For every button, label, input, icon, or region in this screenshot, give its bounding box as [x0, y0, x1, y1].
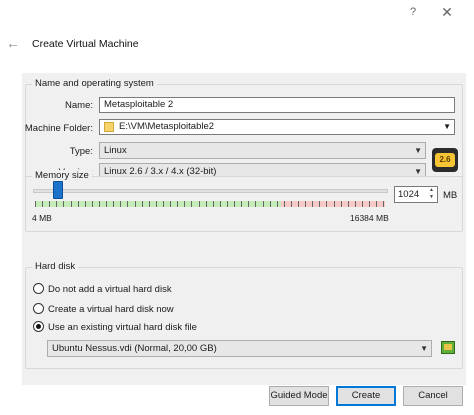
- machine-folder-label: Machine Folder:: [24, 123, 93, 134]
- guided-mode-button[interactable]: Guided Mode: [269, 386, 329, 406]
- radio-create-disk[interactable]: [33, 303, 44, 314]
- hard-disk-section-label: Hard disk: [32, 261, 79, 272]
- help-icon[interactable]: ?: [404, 3, 422, 21]
- memory-spinbox[interactable]: 1024 ▲ ▼: [394, 186, 438, 203]
- linux-os-icon: 2.6: [432, 148, 458, 172]
- folder-icon: [104, 122, 114, 132]
- memory-value: 1024: [398, 189, 420, 200]
- chevron-down-icon: ▼: [443, 122, 451, 131]
- memory-unit: MB: [443, 190, 458, 201]
- machine-folder-value: E:\VM\Metasploitable2: [119, 121, 215, 132]
- name-input[interactable]: Metasploitable 2: [99, 97, 455, 113]
- type-label: Type:: [69, 146, 93, 157]
- spin-up-icon[interactable]: ▲: [427, 187, 436, 194]
- memory-slider-handle[interactable]: [53, 181, 63, 199]
- memory-slider-track[interactable]: [33, 189, 388, 193]
- spin-down-icon[interactable]: ▼: [427, 194, 436, 201]
- chevron-down-icon: ▼: [414, 146, 422, 155]
- memory-min-label: 4 MB: [32, 213, 52, 223]
- back-arrow-icon[interactable]: ←: [6, 35, 22, 51]
- radio-create-disk-label[interactable]: Create a virtual hard disk now: [48, 304, 174, 315]
- create-button[interactable]: Create: [336, 386, 396, 406]
- type-value: Linux: [104, 145, 127, 156]
- choose-disk-file-icon[interactable]: [441, 341, 455, 354]
- type-select[interactable]: Linux ▼: [99, 142, 426, 159]
- radio-existing-disk-label[interactable]: Use an existing virtual hard disk file: [48, 322, 197, 333]
- os-version-badge: 2.6: [435, 153, 455, 167]
- chevron-down-icon: ▼: [420, 344, 428, 353]
- memory-max-label: 16384 MB: [350, 213, 389, 223]
- radio-no-disk[interactable]: [33, 283, 44, 294]
- window-title: Create Virtual Machine: [32, 38, 139, 50]
- existing-disk-value: Ubuntu Nessus.vdi (Normal, 20,00 GB): [52, 343, 217, 354]
- radio-existing-disk[interactable]: [33, 321, 44, 332]
- name-label: Name:: [65, 100, 93, 111]
- name-os-section-label: Name and operating system: [32, 78, 157, 89]
- existing-disk-select[interactable]: Ubuntu Nessus.vdi (Normal, 20,00 GB) ▼: [47, 340, 432, 357]
- machine-folder-select[interactable]: E:\VM\Metasploitable2 ▼: [99, 119, 455, 135]
- memory-section-label: Memory size: [32, 170, 92, 181]
- close-icon[interactable]: ✕: [438, 3, 456, 21]
- cancel-button[interactable]: Cancel: [403, 386, 463, 406]
- title-bar: ? ✕: [0, 0, 474, 24]
- radio-no-disk-label[interactable]: Do not add a virtual hard disk: [48, 284, 172, 295]
- memory-slider-ticks: [35, 201, 385, 207]
